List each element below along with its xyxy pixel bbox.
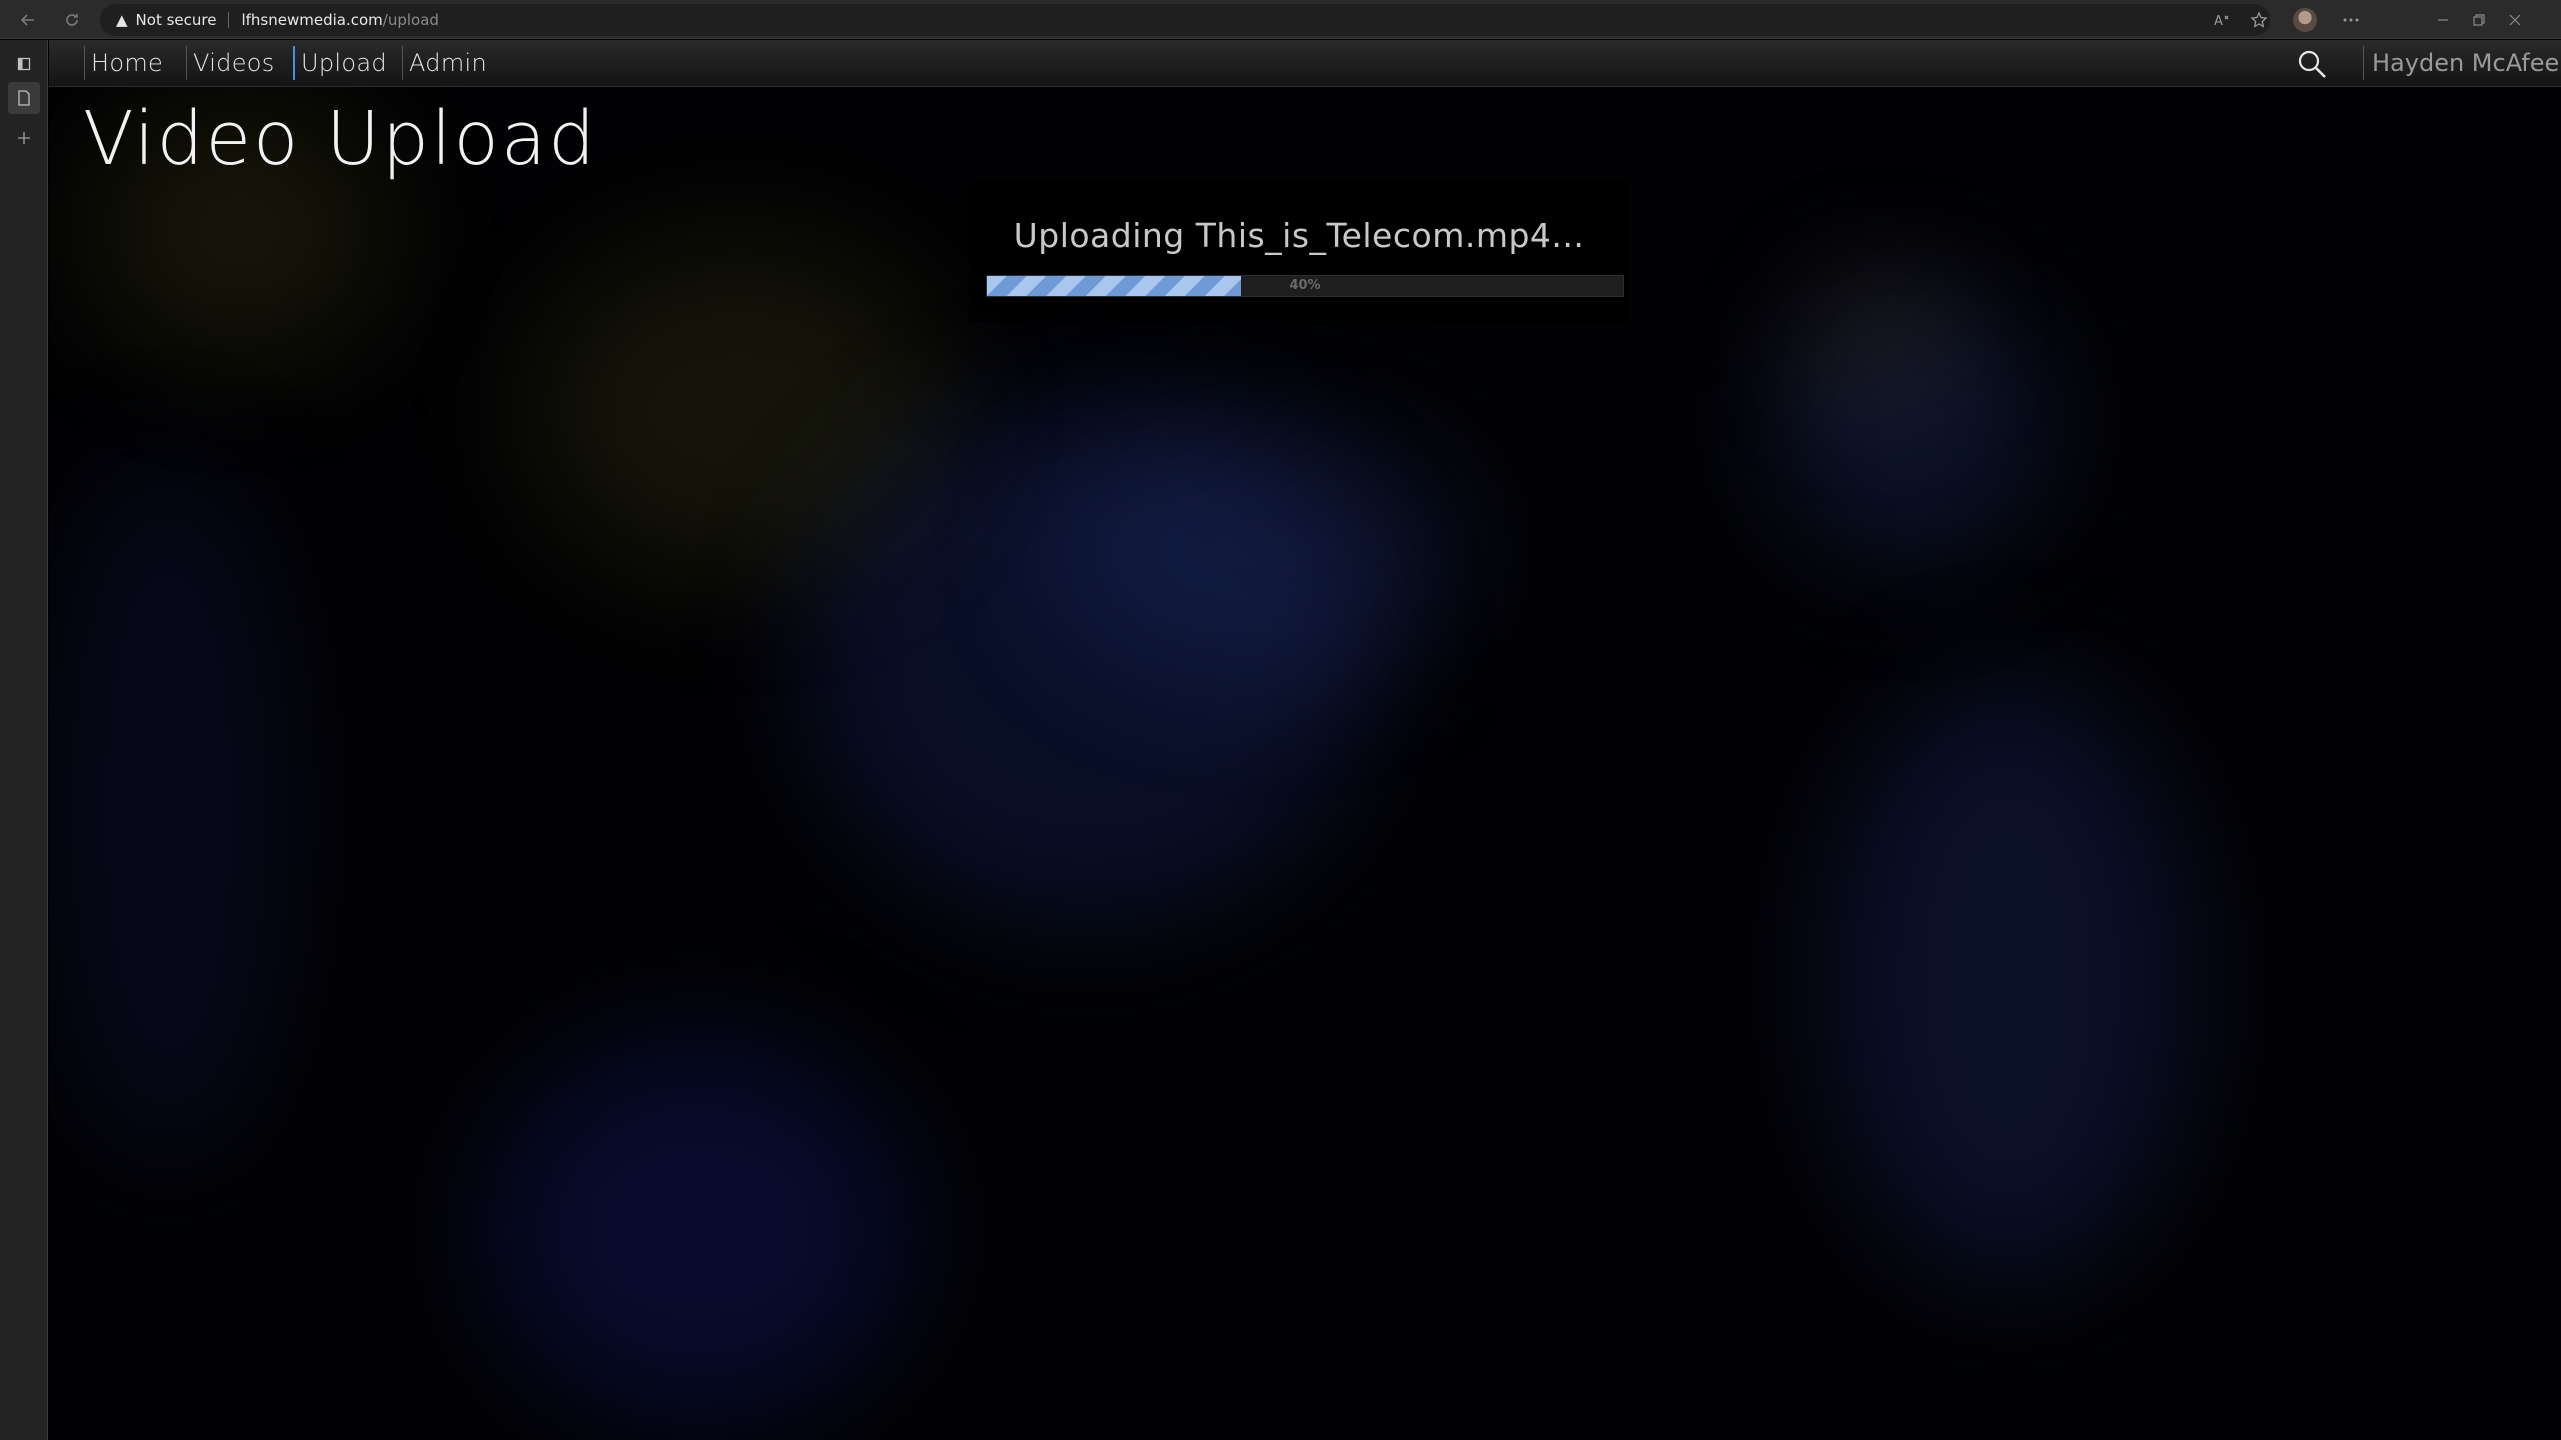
minimize-icon[interactable] bbox=[2425, 4, 2461, 36]
url-path: /upload bbox=[382, 11, 439, 29]
background-blur bbox=[1829, 680, 2189, 1280]
warning-icon: ▲ bbox=[116, 11, 128, 29]
avatar-icon bbox=[2293, 8, 2317, 32]
security-label[interactable]: Not secure bbox=[136, 11, 217, 29]
background-blur bbox=[59, 460, 279, 1160]
background-blur bbox=[489, 1040, 909, 1420]
tab-actions-icon[interactable] bbox=[8, 48, 40, 80]
upload-status-text: Uploading This_is_Telecom.mp4... bbox=[1013, 216, 1585, 255]
site-navbar: Home Videos Upload Admin Hayden McAfee bbox=[49, 40, 2561, 87]
close-icon[interactable] bbox=[2497, 4, 2533, 36]
search-icon[interactable] bbox=[2296, 48, 2328, 80]
more-icon[interactable] bbox=[2333, 4, 2369, 36]
url-host: lfhsnewmedia.com bbox=[241, 11, 383, 29]
progress-percent-label: 40% bbox=[1289, 278, 1321, 293]
restore-icon[interactable] bbox=[2461, 4, 2497, 36]
nav-home[interactable]: Home bbox=[84, 46, 163, 80]
user-name-link[interactable]: Hayden McAfee bbox=[2363, 46, 2559, 80]
vertical-tab-strip bbox=[0, 40, 48, 1440]
tab-upload-page[interactable] bbox=[8, 82, 40, 114]
address-bar[interactable]: ▲ Not secure lfhsnewmedia.com/upload bbox=[100, 4, 2270, 36]
nav-admin[interactable]: Admin bbox=[402, 46, 487, 80]
browser-toolbar: ▲ Not secure lfhsnewmedia.com/upload A bbox=[0, 0, 2561, 39]
nav-upload[interactable]: Upload bbox=[293, 46, 387, 80]
refresh-icon[interactable] bbox=[56, 4, 88, 36]
nav-videos[interactable]: Videos bbox=[186, 46, 275, 80]
upload-progress-bar: 40% bbox=[986, 275, 1624, 297]
page-viewport: Home Videos Upload Admin Hayden McAfee V… bbox=[49, 40, 2561, 1440]
favorites-icon[interactable] bbox=[2241, 4, 2277, 36]
back-icon[interactable] bbox=[12, 4, 44, 36]
page-title: Video Upload bbox=[83, 96, 598, 182]
address-divider bbox=[228, 12, 230, 28]
upload-progress-panel: Uploading This_is_Telecom.mp4... 40% bbox=[969, 182, 1629, 322]
read-aloud-icon[interactable]: A bbox=[2205, 4, 2241, 36]
background-blur bbox=[1049, 420, 1469, 680]
background-blur bbox=[1809, 280, 1949, 400]
profile-avatar[interactable] bbox=[2277, 4, 2333, 36]
new-tab-icon[interactable] bbox=[8, 122, 40, 154]
svg-text:A: A bbox=[2214, 14, 2223, 28]
